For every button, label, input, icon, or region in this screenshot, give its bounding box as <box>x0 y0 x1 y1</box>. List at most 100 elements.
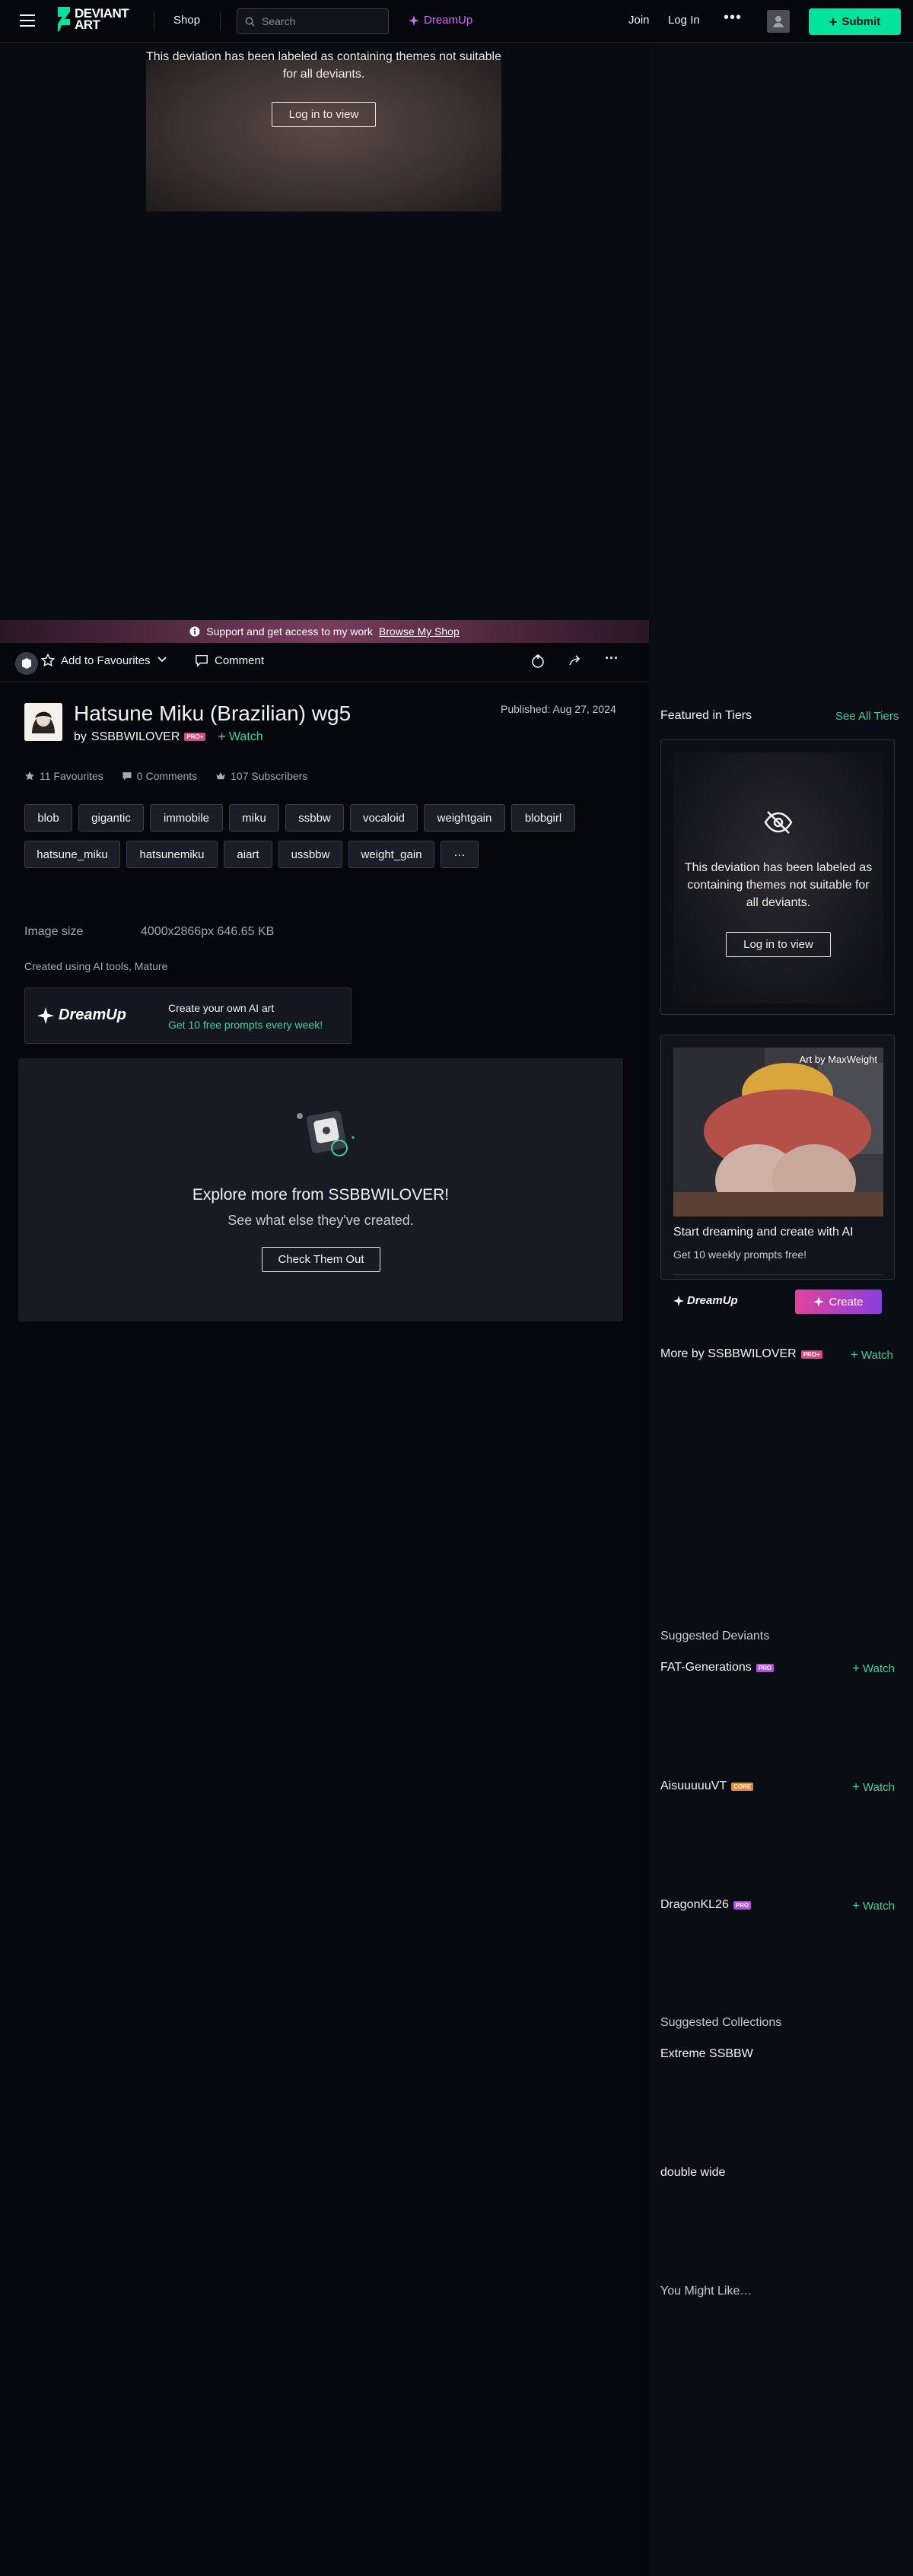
mature-warning-text: This deviation has been labeled as conta… <box>146 50 501 81</box>
mature-artwork-placeholder: This deviation has been labeled as conta… <box>146 50 501 211</box>
tag[interactable]: aiart <box>224 841 272 868</box>
tag[interactable]: gigantic <box>78 804 144 832</box>
tier-card: This deviation has been labeled as conta… <box>660 739 895 1015</box>
login-to-view-button[interactable]: Log in to view <box>272 102 376 127</box>
dreamup-logo: DreamUp <box>673 1294 738 1307</box>
suggested-deviants-title: Suggested Deviants <box>660 1630 770 1643</box>
see-all-tiers-link[interactable]: See All Tiers <box>835 710 899 723</box>
create-button[interactable]: Create <box>795 1290 882 1314</box>
watch-label: Watch <box>861 1348 893 1362</box>
collection-link[interactable]: double wide <box>660 2166 725 2180</box>
deviant-name[interactable]: DragonKL26 <box>660 1898 729 1912</box>
watch-label: Watch <box>228 730 263 743</box>
deviant-name[interactable]: AisuuuuuVT <box>660 1779 727 1793</box>
eye-slash-icon <box>764 811 793 834</box>
give-icon[interactable] <box>530 654 546 669</box>
sparkle-icon <box>409 14 419 26</box>
suggested-deviant[interactable]: FAT-Generations PRO + Watch <box>660 1661 896 1676</box>
pro-plus-badge: PRO+ <box>800 1350 822 1359</box>
dreamup-logo-icon <box>673 1295 684 1306</box>
tier-mature-text: This deviation has been labeled as conta… <box>684 861 873 909</box>
suggested-deviant[interactable]: DragonKL26 PRO + Watch <box>660 1898 896 1913</box>
join-link[interactable]: Join <box>628 14 650 27</box>
tag[interactable]: miku <box>229 804 279 832</box>
tag[interactable]: vocaloid <box>350 804 418 832</box>
divider <box>673 1274 883 1275</box>
explore-more-panel: Explore more from SSBBWILOVER! See what … <box>18 1058 623 1321</box>
artwork-viewer: This deviation has been labeled as conta… <box>0 43 649 620</box>
more-options-icon[interactable]: ··· <box>605 650 619 666</box>
search-icon <box>245 17 255 27</box>
favourite-label: Add to Favourites <box>61 654 151 667</box>
you-might-like-title: You Might Like… <box>660 2285 752 2298</box>
tag[interactable]: weight_gain <box>348 841 434 868</box>
tier-login-button[interactable]: Log in to view <box>726 932 831 957</box>
submit-label: Submit <box>841 15 881 28</box>
star-icon <box>41 654 55 667</box>
featured-in-tiers-title: Featured in Tiers <box>660 709 752 722</box>
explore-subtitle: See what else they've created. <box>227 1213 414 1228</box>
tag[interactable]: hatsunemiku <box>126 841 218 868</box>
badge-icon[interactable] <box>15 652 38 675</box>
favourites-label: 11 Favourites <box>40 770 103 782</box>
tag[interactable]: hatsune_miku <box>24 841 120 868</box>
logo-line2: ART <box>75 17 100 32</box>
tag[interactable]: blobgirl <box>511 804 575 832</box>
dreamup-link[interactable]: DreamUp <box>409 14 472 27</box>
author-link[interactable]: SSBBWILOVER <box>91 730 180 744</box>
watch-label: Watch <box>863 1780 895 1794</box>
watch-button[interactable]: + Watch <box>218 729 262 745</box>
tag[interactable]: ssbbw <box>285 804 344 832</box>
deviant-name[interactable]: FAT-Generations <box>660 1661 752 1674</box>
plus-icon: + <box>852 1661 861 1675</box>
comment-icon <box>122 772 132 781</box>
dreamup-promo[interactable]: DreamUp Create your own AI art Get 10 fr… <box>24 987 352 1044</box>
watch-label: Watch <box>863 1662 895 1675</box>
browse-shop-link[interactable]: Browse My Shop <box>379 625 460 638</box>
tag[interactable]: blob <box>24 804 72 832</box>
byline: by SSBBWILOVER PRO+ + Watch <box>74 729 263 745</box>
watch-button[interactable]: + Watch <box>852 1661 895 1676</box>
deviantart-logo[interactable]: DEVIANT ART <box>56 7 129 31</box>
dreamup-logo-icon <box>37 1007 54 1024</box>
user-avatar[interactable] <box>767 10 790 33</box>
collection-link[interactable]: Extreme SSBBW <box>660 2047 753 2061</box>
dreamup-logo-text: DreamUp <box>59 1007 126 1023</box>
menu-icon[interactable] <box>20 14 35 27</box>
more-menu-button[interactable]: ••• <box>724 9 742 27</box>
subscribers-label: 107 Subscribers <box>231 770 308 782</box>
tag[interactable]: immobile <box>150 804 223 832</box>
art-credit: Art by MaxWeight <box>799 1054 877 1065</box>
login-link[interactable]: Log In <box>668 14 700 27</box>
dreamup-ad-title: Start dreaming and create with AI <box>673 1226 854 1239</box>
author-avatar[interactable] <box>24 703 62 741</box>
shop-link[interactable]: Shop <box>173 14 200 27</box>
action-bar: Add to Favourites Comment ··· <box>0 643 649 682</box>
top-header: DEVIANT ART Shop Search DreamUp Join Log … <box>0 0 913 43</box>
check-them-out-button[interactable]: Check Them Out <box>262 1247 380 1272</box>
pro-badge: PRO <box>756 1663 775 1672</box>
dreamup-ad-subtitle: Get 10 weekly prompts free! <box>673 1248 807 1261</box>
comment-button[interactable]: Comment <box>195 654 264 667</box>
share-icon[interactable] <box>568 654 583 669</box>
dreamup-ad-image: Art by MaxWeight <box>673 1048 883 1216</box>
suggested-deviant[interactable]: AisuuuuuVT CORE + Watch <box>660 1779 896 1795</box>
add-to-favourites-button[interactable]: Add to Favourites <box>41 654 151 667</box>
submit-button[interactable]: + Submit <box>809 8 901 35</box>
by-label: by <box>74 730 87 743</box>
tag[interactable]: ussbbw <box>278 841 342 868</box>
more-tags-button[interactable]: ··· <box>441 841 479 868</box>
tag[interactable]: weightgain <box>424 804 505 832</box>
chevron-down-icon[interactable] <box>157 654 167 664</box>
watch-button[interactable]: + Watch <box>852 1779 895 1795</box>
dreamup-label: DreamUp <box>424 14 473 27</box>
search-input[interactable]: Search <box>237 8 389 34</box>
watch-button[interactable]: + Watch <box>852 1898 895 1913</box>
plus-icon: + <box>852 1898 861 1913</box>
watch-button[interactable]: + Watch <box>851 1347 893 1363</box>
plus-icon: + <box>829 14 838 30</box>
dreamup-logo-text: DreamUp <box>687 1294 738 1307</box>
comment-label: Comment <box>215 654 265 667</box>
watch-label: Watch <box>863 1899 895 1913</box>
deviation-title: Hatsune Miku (Brazilian) wg5 <box>74 701 352 725</box>
